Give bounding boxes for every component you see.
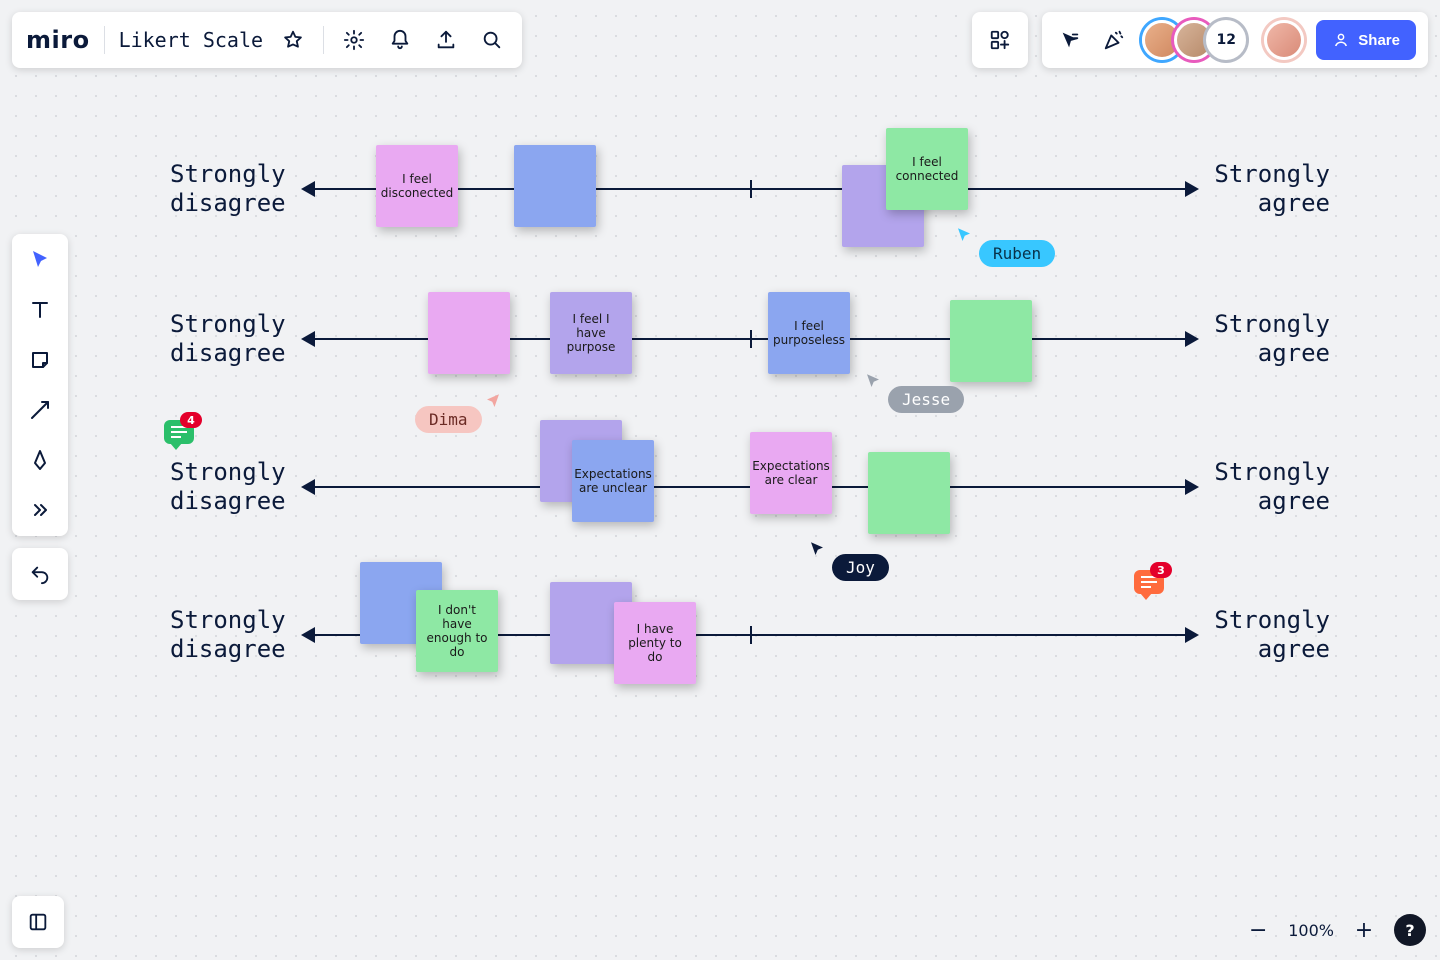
sticky-note[interactable]: I feel disconected [376, 145, 458, 227]
axis-tick [750, 330, 752, 348]
scale-label-left: Strongly disagree [170, 606, 286, 664]
comment-count-badge: 3 [1150, 562, 1172, 578]
zoom-level[interactable]: 100% [1288, 921, 1334, 940]
search-icon[interactable] [476, 24, 508, 56]
sticky-note[interactable] [868, 452, 950, 534]
add-widget-icon[interactable] [984, 24, 1016, 56]
apps-panel [972, 12, 1028, 68]
arrow-tool-icon[interactable] [24, 394, 56, 426]
share-button-label: Share [1358, 32, 1400, 49]
top-right-cluster: 12 Share [972, 12, 1428, 68]
sticky-text: I feel disconected [381, 172, 453, 200]
separator [104, 26, 105, 54]
sticky-text: I have plenty to do [622, 622, 688, 664]
avatar-overflow-count[interactable]: 12 [1206, 20, 1246, 60]
select-tool-icon[interactable] [24, 244, 56, 276]
comment-indicator[interactable]: 4 [164, 420, 194, 444]
scale-label-right: Strongly agree [1214, 606, 1330, 664]
sticky-text: I feel I have purpose [558, 312, 624, 354]
settings-icon[interactable] [338, 24, 370, 56]
star-icon[interactable] [277, 24, 309, 56]
more-tools-icon[interactable] [24, 494, 56, 526]
comment-indicator[interactable]: 3 [1134, 570, 1164, 594]
bell-icon[interactable] [384, 24, 416, 56]
sticky-text: I feel purposeless [773, 319, 845, 347]
scale-label-right: Strongly agree [1214, 160, 1330, 218]
help-button[interactable]: ? [1394, 914, 1426, 946]
sticky-note[interactable]: I have plenty to do [614, 602, 696, 684]
sticky-note[interactable]: I feel I have purpose [550, 292, 632, 374]
sticky-text: Expectations are clear [752, 459, 830, 487]
export-icon[interactable] [430, 24, 462, 56]
top-toolbar: miro Likert Scale [12, 12, 522, 68]
cursor-follow-icon[interactable] [1054, 24, 1086, 56]
share-button[interactable]: Share [1316, 20, 1416, 60]
confetti-icon[interactable] [1098, 24, 1130, 56]
sticky-text: I don't have enough to do [424, 603, 490, 659]
sticky-note[interactable]: I feel purposeless [768, 292, 850, 374]
pen-tool-icon[interactable] [24, 444, 56, 476]
sticky-note[interactable] [514, 145, 596, 227]
scale-label-left: Strongly disagree [170, 160, 286, 218]
presence-avatars[interactable]: 12 [1142, 20, 1246, 60]
sticky-note[interactable]: Expectations are clear [750, 432, 832, 514]
sticky-note[interactable]: I feel connected [886, 128, 968, 210]
scale-label-left: Strongly disagree [170, 310, 286, 368]
collab-panel: 12 Share [1042, 12, 1428, 68]
sticky-note[interactable] [950, 300, 1032, 382]
frames-panel-button[interactable] [12, 896, 64, 948]
sticky-text: I feel connected [894, 155, 960, 183]
sticky-note[interactable] [428, 292, 510, 374]
axis-tick [750, 180, 752, 198]
sticky-note[interactable]: Expectations are unclear [572, 440, 654, 522]
separator [323, 26, 324, 54]
zoom-out-button[interactable]: − [1244, 916, 1272, 944]
tool-dock [12, 234, 68, 536]
sticky-tool-icon[interactable] [24, 344, 56, 376]
avatar-self[interactable] [1264, 20, 1304, 60]
sticky-note[interactable]: I don't have enough to do [416, 590, 498, 672]
undo-icon[interactable] [24, 558, 56, 590]
scale-label-right: Strongly agree [1214, 310, 1330, 368]
zoom-controls: − 100% + ? [1244, 914, 1426, 946]
undo-panel [12, 548, 68, 600]
text-tool-icon[interactable] [24, 294, 56, 326]
miro-logo[interactable]: miro [26, 26, 90, 54]
scale-label-right: Strongly agree [1214, 458, 1330, 516]
sticky-text: Expectations are unclear [574, 467, 652, 495]
zoom-in-button[interactable]: + [1350, 916, 1378, 944]
axis-tick [750, 626, 752, 644]
board-name[interactable]: Likert Scale [119, 28, 264, 52]
comment-count-badge: 4 [180, 412, 202, 428]
scale-label-left: Strongly disagree [170, 458, 286, 516]
